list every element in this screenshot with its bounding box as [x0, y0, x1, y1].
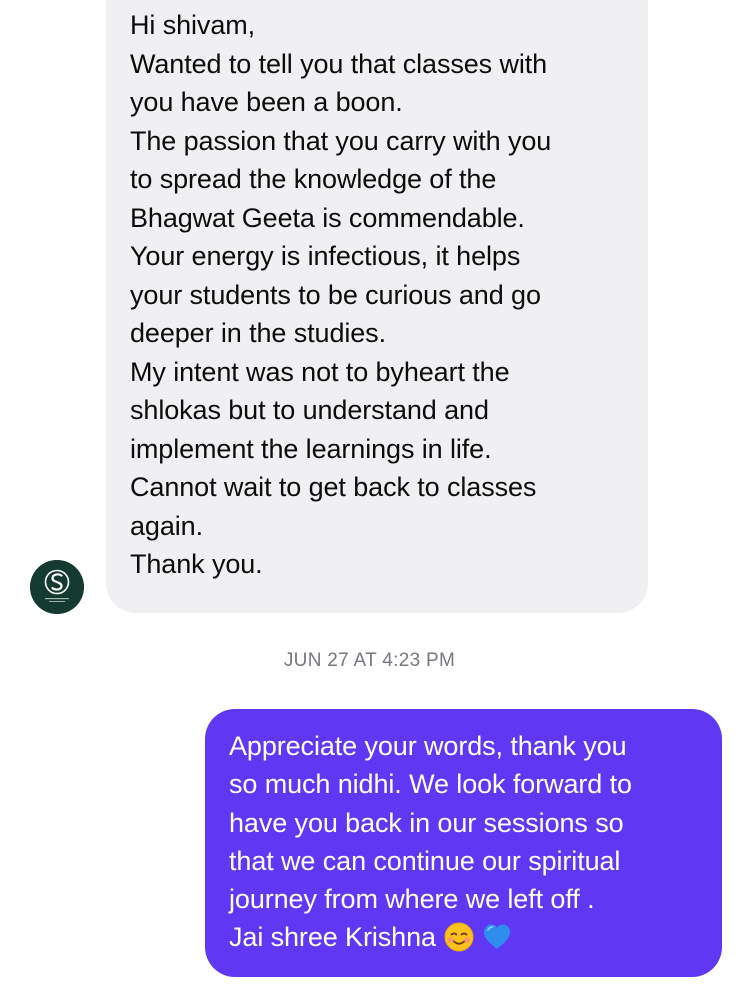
- message-line: My intent was not to byheart the: [130, 356, 510, 387]
- message-line: Your energy is infectious, it helps: [130, 241, 521, 271]
- message-line: implement the learnings in life.: [130, 433, 492, 464]
- message-line: you have been a boon.: [130, 87, 403, 117]
- message-line: The passion that you carry with you: [130, 125, 552, 156]
- incoming-message-bubble[interactable]: Hi shivam, Wanted to tell you that class…: [106, 0, 648, 613]
- chat-thread: Hi shivam, Wanted to tell you that class…: [0, 0, 739, 985]
- message-line: so much nidhi. We look forward to: [229, 769, 632, 800]
- message-line: Hi shivam,: [130, 10, 256, 40]
- message-line: deeper in the studies.: [130, 318, 386, 348]
- message-timestamp: JUN 27 AT 4:23 PM: [283, 650, 456, 671]
- message-line: journey from where we left off .: [229, 884, 595, 915]
- message-line: shlokas but to understand and: [130, 395, 489, 425]
- message-line: Wanted to tell you that classes with: [130, 48, 548, 79]
- sender-avatar[interactable]: [30, 560, 84, 614]
- message-line: that we can continue our spiritual: [229, 845, 621, 876]
- message-line: Cannot wait to get back to classes: [130, 472, 537, 502]
- message-line: Appreciate your words, thank you: [229, 731, 627, 761]
- sender-logo-icon: [30, 560, 84, 614]
- message-line: Bhagwat Geeta is commendable.: [130, 202, 525, 233]
- message-line: to spread the knowledge of the: [130, 164, 497, 194]
- message-line-with-emojis: Jai shree Krishna: [229, 918, 708, 956]
- message-line: your students to be curious and go: [130, 279, 541, 310]
- message-line: Jai shree Krishna: [229, 922, 436, 953]
- outgoing-message-bubble[interactable]: Appreciate your words, thank you so much…: [205, 709, 722, 977]
- smiling-face-icon: [444, 922, 474, 952]
- message-line: have you back in our sessions so: [229, 807, 624, 838]
- message-line: Thank you.: [130, 549, 263, 579]
- message-line: again.: [130, 510, 203, 541]
- blue-heart-icon: [482, 922, 512, 952]
